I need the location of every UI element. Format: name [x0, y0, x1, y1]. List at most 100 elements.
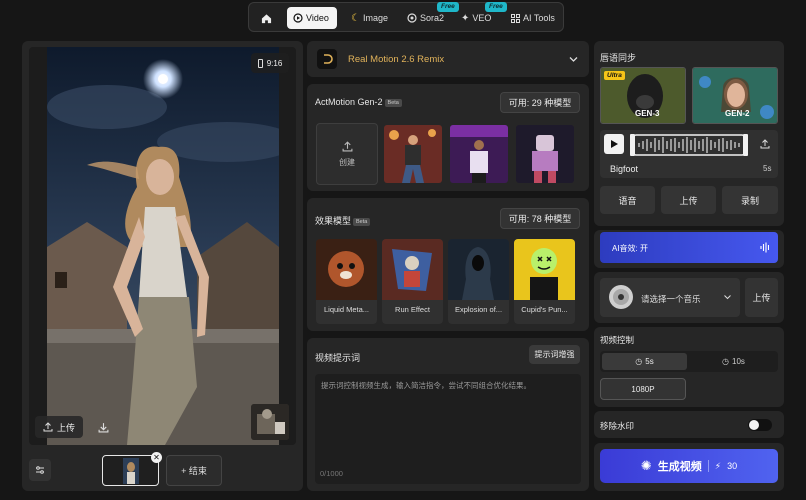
voice-upload-button[interactable]	[756, 135, 774, 153]
record-label: 录制	[740, 195, 759, 206]
generate-cost: 30	[727, 461, 738, 471]
resolution-label: 1080P	[631, 384, 655, 394]
actmotion-create-button[interactable]: 创建	[316, 123, 378, 185]
effect-card-1[interactable]: Liquid Meta...	[316, 239, 377, 324]
effect-label-1: Liquid Meta...	[323, 305, 370, 314]
actmotion-template-1[interactable]	[384, 125, 442, 183]
home-tab[interactable]	[253, 7, 279, 29]
prompt-panel: 视频提示词 提示词增强 提示词控制视频生成，输入简洁指令，尝试不同组合优化结果。…	[307, 338, 589, 491]
tab-image[interactable]: ☾ Image	[345, 7, 394, 29]
lipsync-panel: 唇语同步 GEN-3 Ultra GEN-2 Bigfoot 5s 语音 上传 …	[594, 41, 784, 226]
voice-upload-tab-button[interactable]: 上传	[661, 186, 716, 214]
watermark-panel: 移除水印	[594, 411, 784, 438]
duration-toggle: ◷ 5s ◷ 10s	[600, 351, 778, 372]
video-control-title: 视频控制	[600, 335, 635, 345]
tab-veo-label: VEO	[472, 13, 492, 23]
settings-toggle-button[interactable]	[29, 459, 51, 481]
model-name: Real Motion 2.6 Remix	[348, 54, 445, 65]
aspect-ratio-label: 9:16	[266, 58, 283, 68]
lipsync-model-gen3[interactable]: GEN-3 Ultra	[600, 67, 686, 124]
gen3-label: GEN-3	[635, 109, 660, 118]
upload-image-button[interactable]: 上传	[35, 416, 83, 438]
download-icon	[98, 422, 108, 432]
effects-beta-badge: Beta	[353, 217, 371, 226]
hooded-figure-image	[448, 239, 509, 300]
disc-icon	[609, 285, 633, 309]
watermark-label: 移除水印	[600, 421, 635, 431]
sora-icon	[407, 13, 417, 23]
preview-image	[47, 47, 279, 445]
effect-card-2[interactable]: Run Effect	[382, 239, 443, 324]
download-button[interactable]	[91, 416, 115, 438]
red-panda-image	[316, 239, 377, 300]
generate-video-button[interactable]: ✺ 生成视频 ⚡ 30	[600, 449, 778, 483]
watermark-toggle[interactable]	[748, 419, 772, 431]
reference-image	[251, 404, 289, 440]
music-placeholder: 请选择一个音乐	[641, 294, 701, 304]
prompt-counter: 0/1000	[320, 469, 343, 478]
waveform[interactable]	[630, 134, 748, 156]
voice-name: Bigfoot	[610, 164, 639, 174]
duration-10s-option[interactable]: ◷ 10s	[691, 353, 776, 370]
end-frame-button[interactable]: + 结束	[166, 455, 222, 486]
tab-video[interactable]: Video	[287, 7, 337, 29]
actmotion-beta-badge: Beta	[384, 98, 402, 107]
effects-panel: 效果模型 Beta 可用: 78 种模型 Liquid Meta... Run E…	[307, 198, 589, 331]
start-frame-image	[122, 457, 139, 484]
performer-image	[450, 125, 508, 183]
actmotion-available-button[interactable]: 可用: 29 种模型	[500, 92, 580, 113]
effect-card-4[interactable]: Cupid's Pun...	[514, 239, 575, 324]
ai-sound-toggle[interactable]: AI音效: 开	[600, 232, 778, 263]
lipsync-model-gen2[interactable]: GEN-2	[692, 67, 778, 124]
tab-sora2-label: Sora2	[420, 13, 445, 23]
remove-frame-icon[interactable]: ✕	[151, 452, 162, 463]
record-button[interactable]: 录制	[722, 186, 778, 214]
veo-free-badge: Free	[485, 2, 507, 12]
music-upload-button[interactable]: 上传	[745, 278, 778, 317]
upload-icon	[43, 422, 53, 432]
effect-label-3: Explosion of...	[454, 305, 503, 314]
model-selector[interactable]: Real Motion 2.6 Remix	[307, 41, 589, 77]
lightning-icon: ⚡	[714, 460, 722, 471]
actmotion-available-label: 可用: 29 种模型	[508, 98, 572, 108]
actmotion-create-label: 创建	[339, 157, 355, 167]
music-select[interactable]: 请选择一个音乐	[600, 278, 740, 317]
actmotion-template-3[interactable]	[516, 125, 574, 183]
tab-ai-tools[interactable]: AI Tools	[505, 7, 561, 29]
video-control-panel: 视频控制 ◷ 5s ◷ 10s 1080P	[594, 327, 784, 407]
tab-image-label: Image	[362, 13, 388, 23]
gen2-label: GEN-2	[725, 109, 750, 118]
sliders-icon	[36, 466, 44, 474]
clock-icon: ◷	[635, 357, 643, 366]
effect-label-4: Cupid's Pun...	[521, 305, 568, 314]
prompt-title: 视频提示词	[315, 353, 361, 363]
resolution-button[interactable]: 1080P	[600, 378, 686, 400]
upload-icon	[342, 140, 352, 151]
effect-card-3[interactable]: Explosion of...	[448, 239, 509, 324]
upload-label: 上传	[56, 422, 75, 433]
voice-tab-button[interactable]: 语音	[600, 186, 655, 214]
prompt-enhance-button[interactable]: 提示词增强	[529, 345, 580, 364]
sparkle-icon: ✺	[640, 458, 652, 473]
home-icon	[261, 13, 271, 23]
actmotion-template-2[interactable]	[450, 125, 508, 183]
duration-5s-option[interactable]: ◷ 5s	[602, 353, 687, 370]
smiley-mask-image	[514, 239, 575, 300]
grid-icon	[511, 13, 520, 23]
voice-tab-label: 语音	[618, 195, 637, 206]
effects-title: 效果模型 Beta	[315, 214, 371, 227]
robot-image	[516, 125, 574, 183]
end-frame-label: + 结束	[181, 466, 207, 476]
duration-5s-label: 5s	[645, 357, 654, 366]
prompt-enhance-label: 提示词增强	[534, 350, 575, 359]
effects-available-button[interactable]: 可用: 78 种模型	[500, 208, 580, 229]
video-icon	[293, 13, 303, 23]
aspect-ratio-button[interactable]: 9:16	[251, 53, 289, 73]
clock-icon: ◷	[722, 357, 730, 366]
dancer-image	[384, 125, 442, 183]
prompt-textarea[interactable]: 提示词控制视频生成，输入简洁指令，尝试不同组合优化结果。 0/1000	[315, 374, 581, 484]
tab-video-label: Video	[306, 13, 329, 23]
play-button[interactable]	[604, 134, 624, 154]
reference-thumbnail[interactable]	[251, 404, 289, 440]
ai-sound-panel: AI音效: 开	[594, 230, 784, 268]
